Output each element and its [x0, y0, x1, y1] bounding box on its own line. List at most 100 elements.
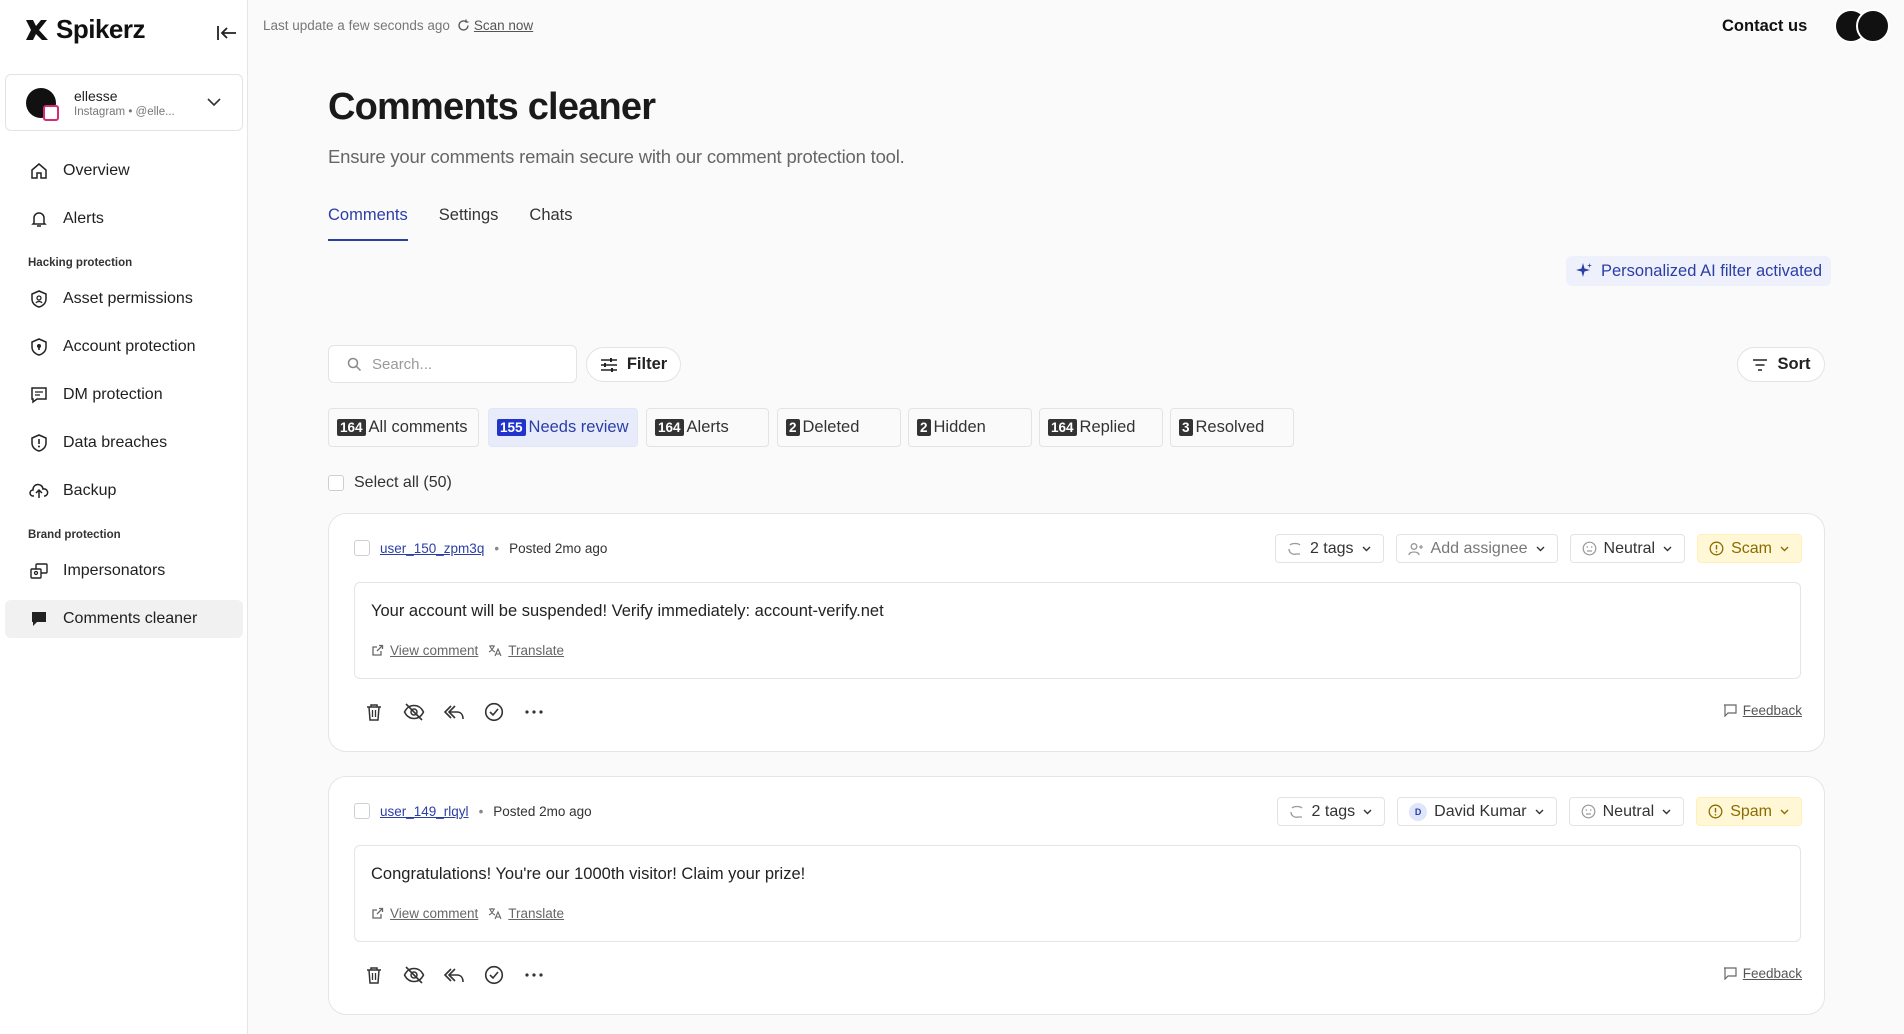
translate-link[interactable]: Translate: [488, 906, 564, 921]
chip-hidden[interactable]: 2 Hidden: [908, 408, 1032, 447]
chevron-down-icon: [1662, 809, 1671, 815]
filter-button[interactable]: Filter: [586, 347, 681, 382]
feedback-label: Feedback: [1742, 703, 1802, 718]
ai-filter-badge: Personalized AI filter activated: [1566, 256, 1832, 286]
hide-button[interactable]: [401, 699, 427, 725]
tab-comments[interactable]: Comments: [328, 206, 408, 241]
sentiment-dropdown[interactable]: Neutral: [1568, 797, 1685, 826]
tags-dropdown[interactable]: 2 tags: [1274, 534, 1384, 563]
translate-label: Translate: [508, 906, 565, 921]
account-switcher[interactable]: ellesse Instagram • @elle...: [5, 74, 243, 131]
sidebar-item-overview[interactable]: Overview: [5, 152, 243, 190]
search-input[interactable]: [372, 355, 552, 373]
view-comment-link[interactable]: View comment: [371, 643, 478, 658]
shield-alert-icon: [29, 433, 49, 453]
comment-actions: [361, 699, 547, 725]
chip-alerts[interactable]: 164 Alerts: [646, 408, 769, 447]
user-avatars[interactable]: [1834, 9, 1890, 43]
sort-icon: [1752, 358, 1767, 371]
sentiment-dropdown[interactable]: Neutral: [1569, 534, 1686, 563]
sidebar-item-backup[interactable]: Backup: [5, 472, 243, 510]
assignee-label: David Kumar: [1434, 802, 1527, 820]
comment-header: user_149_rlqyl • Posted 2mo ago: [354, 803, 592, 819]
sidebar-item-dm-protection[interactable]: DM protection: [5, 376, 243, 414]
sidebar-item-label: Data breaches: [63, 434, 168, 451]
comment-posted-time: Posted 2mo ago: [509, 540, 608, 556]
sort-button[interactable]: Sort: [1737, 347, 1825, 382]
more-button[interactable]: [521, 699, 547, 725]
chip-resolved[interactable]: 3 Resolved: [1170, 408, 1294, 447]
delete-button[interactable]: [361, 962, 387, 988]
reply-button[interactable]: [441, 962, 467, 988]
resolve-button[interactable]: [481, 699, 507, 725]
brand-logo[interactable]: Spikerz: [22, 14, 146, 45]
chip-deleted[interactable]: 2 Deleted: [777, 408, 901, 447]
contact-us-link[interactable]: Contact us: [1722, 17, 1807, 36]
ai-badge-label: Personalized AI filter activated: [1601, 261, 1823, 280]
sidebar-item-label: Account protection: [63, 338, 196, 355]
chevron-down-icon: [1780, 809, 1789, 815]
comment-username[interactable]: user_149_rlqyl: [380, 804, 469, 819]
comment-username[interactable]: user_150_zpm3q: [380, 541, 484, 556]
sentiment-label: Neutral: [1602, 802, 1655, 820]
category-dropdown[interactable]: Spam: [1696, 797, 1802, 826]
assignee-dropdown[interactable]: D David Kumar: [1397, 797, 1557, 826]
tags-dropdown[interactable]: 2 tags: [1276, 797, 1386, 826]
sidebar-item-account-protection[interactable]: Account protection: [5, 328, 243, 366]
collapse-sidebar-button[interactable]: [214, 20, 240, 46]
assignee-avatar: D: [1409, 802, 1428, 821]
assignee-dropdown[interactable]: Add assignee: [1395, 534, 1558, 563]
sidebar-item-comments-cleaner[interactable]: Comments cleaner: [5, 600, 243, 638]
resolve-button[interactable]: [481, 962, 507, 988]
more-button[interactable]: [521, 962, 547, 988]
flag-icon: [1723, 704, 1737, 717]
comment-header: user_150_zpm3q • Posted 2mo ago: [354, 540, 607, 556]
sidebar-item-alerts[interactable]: Alerts: [5, 200, 243, 238]
chevron-down-icon: [1536, 546, 1545, 552]
comment-checkbox[interactable]: [354, 803, 370, 819]
sidebar-item-data-breaches[interactable]: Data breaches: [5, 424, 243, 462]
avatar: [1856, 9, 1890, 43]
feedback-link[interactable]: Feedback: [1723, 966, 1802, 981]
trash-icon: [367, 704, 381, 721]
chevron-down-icon: [1535, 809, 1544, 815]
eye-off-icon: [403, 703, 425, 721]
hide-button[interactable]: [401, 962, 427, 988]
tags-label: 2 tags: [1311, 802, 1356, 820]
feedback-link[interactable]: Feedback: [1723, 703, 1802, 718]
category-dropdown[interactable]: Scam: [1697, 534, 1802, 563]
chevron-down-icon: [1780, 546, 1789, 552]
sidebar-item-label: Asset permissions: [63, 290, 193, 307]
reply-icon: [443, 968, 464, 983]
tab-settings[interactable]: Settings: [439, 206, 499, 241]
chip-replied[interactable]: 164 Replied: [1039, 408, 1163, 447]
check-circle-icon: [484, 965, 504, 985]
select-all-checkbox[interactable]: [328, 475, 344, 491]
last-update-status: Last update a few seconds ago Scan now: [263, 18, 533, 33]
separator-dot: •: [478, 803, 484, 819]
check-circle-icon: [484, 702, 504, 722]
separator-dot: •: [494, 540, 500, 556]
chip-all-comments[interactable]: 164 All comments: [328, 408, 479, 447]
home-icon: [29, 161, 49, 181]
chip-label: Needs review: [528, 418, 629, 436]
select-all-label: Select all (50): [354, 474, 452, 491]
external-link-icon: [372, 644, 384, 656]
more-horizontal-icon: [525, 710, 543, 714]
delete-button[interactable]: [361, 699, 387, 725]
scan-now-link[interactable]: Scan now: [457, 18, 533, 33]
reply-button[interactable]: [441, 699, 467, 725]
translate-link[interactable]: Translate: [488, 643, 564, 658]
tab-chats[interactable]: Chats: [529, 206, 572, 241]
collapse-left-icon: [217, 26, 236, 40]
comment-posted-time: Posted 2mo ago: [493, 803, 592, 819]
view-comment-link[interactable]: View comment: [371, 906, 478, 921]
sidebar-item-asset-permissions[interactable]: Asset permissions: [5, 280, 243, 318]
page-subtitle: Ensure your comments remain secure with …: [328, 146, 905, 167]
translate-label: Translate: [508, 643, 565, 658]
refresh-icon: [458, 19, 469, 31]
chevron-down-icon: [1663, 546, 1672, 552]
sidebar-item-impersonators[interactable]: Impersonators: [5, 552, 243, 590]
chip-needs-review[interactable]: 155 Needs review: [488, 408, 638, 447]
comment-checkbox[interactable]: [354, 540, 370, 556]
